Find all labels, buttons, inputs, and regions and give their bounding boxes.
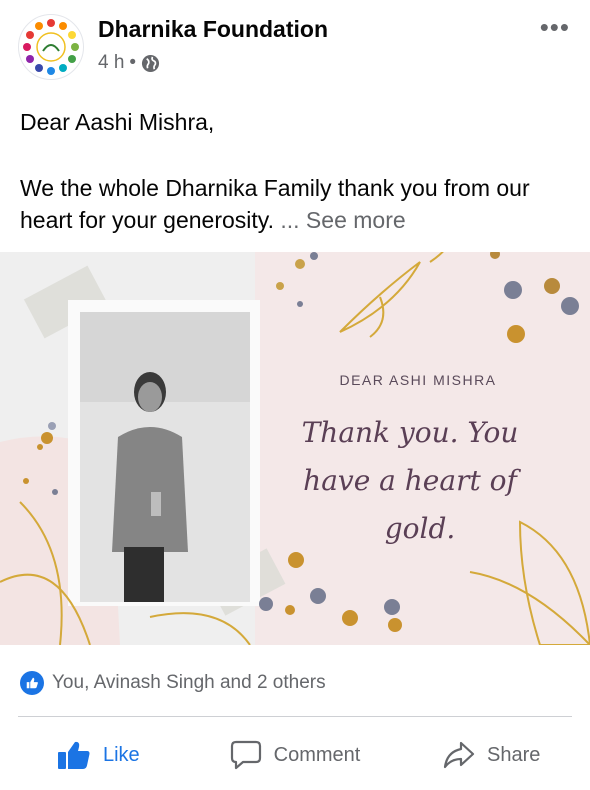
post-meta: 4 h • <box>98 52 160 74</box>
globe-icon <box>142 54 160 72</box>
more-options-icon[interactable]: ••• <box>540 12 570 43</box>
comment-label: Comment <box>273 743 361 766</box>
thumbs-up-icon <box>57 741 90 769</box>
action-bar: Like Comment Share <box>0 722 590 788</box>
foundation-logo <box>20 16 82 78</box>
share-button[interactable]: Share <box>393 722 590 788</box>
comment-button[interactable]: Comment <box>197 722 394 788</box>
meta-separator: • <box>129 52 137 73</box>
see-more-link[interactable]: ... See more <box>280 207 405 233</box>
post-greeting: Dear Aashi Mishra, <box>20 109 215 135</box>
thank-you-card: DEAR ASHI MISHRA Thank you. You have a h… <box>0 252 590 645</box>
card-script-line-2: have a heart of <box>303 464 521 497</box>
page-avatar[interactable] <box>18 14 84 80</box>
reaction-summary[interactable]: You, Avinash Singh and 2 others <box>20 668 326 698</box>
like-label: Like <box>102 743 140 766</box>
page-name[interactable]: Dharnika Foundation <box>98 16 328 43</box>
post-image[interactable]: DEAR ASHI MISHRA Thank you. You have a h… <box>0 252 590 645</box>
share-label: Share <box>486 743 541 766</box>
post-body: We the whole Dharnika Family thank you f… <box>20 172 570 236</box>
reaction-summary-text: You, Avinash Singh and 2 others <box>52 672 326 693</box>
photo-frame <box>68 300 260 606</box>
share-icon <box>443 741 475 769</box>
comment-icon <box>230 740 261 770</box>
card-heading: DEAR ASHI MISHRA <box>339 372 496 388</box>
like-button[interactable]: Like <box>0 722 197 788</box>
post-header: Dharnika Foundation 4 h • ••• <box>0 0 590 86</box>
post-body-text: We the whole Dharnika Family thank you f… <box>20 175 530 233</box>
like-reaction-icon <box>20 671 44 695</box>
post-time[interactable]: 4 h <box>98 52 124 74</box>
card-script-line-3: gold. <box>385 512 456 545</box>
divider <box>18 716 572 717</box>
card-script-line-1: Thank you. You <box>302 416 519 449</box>
